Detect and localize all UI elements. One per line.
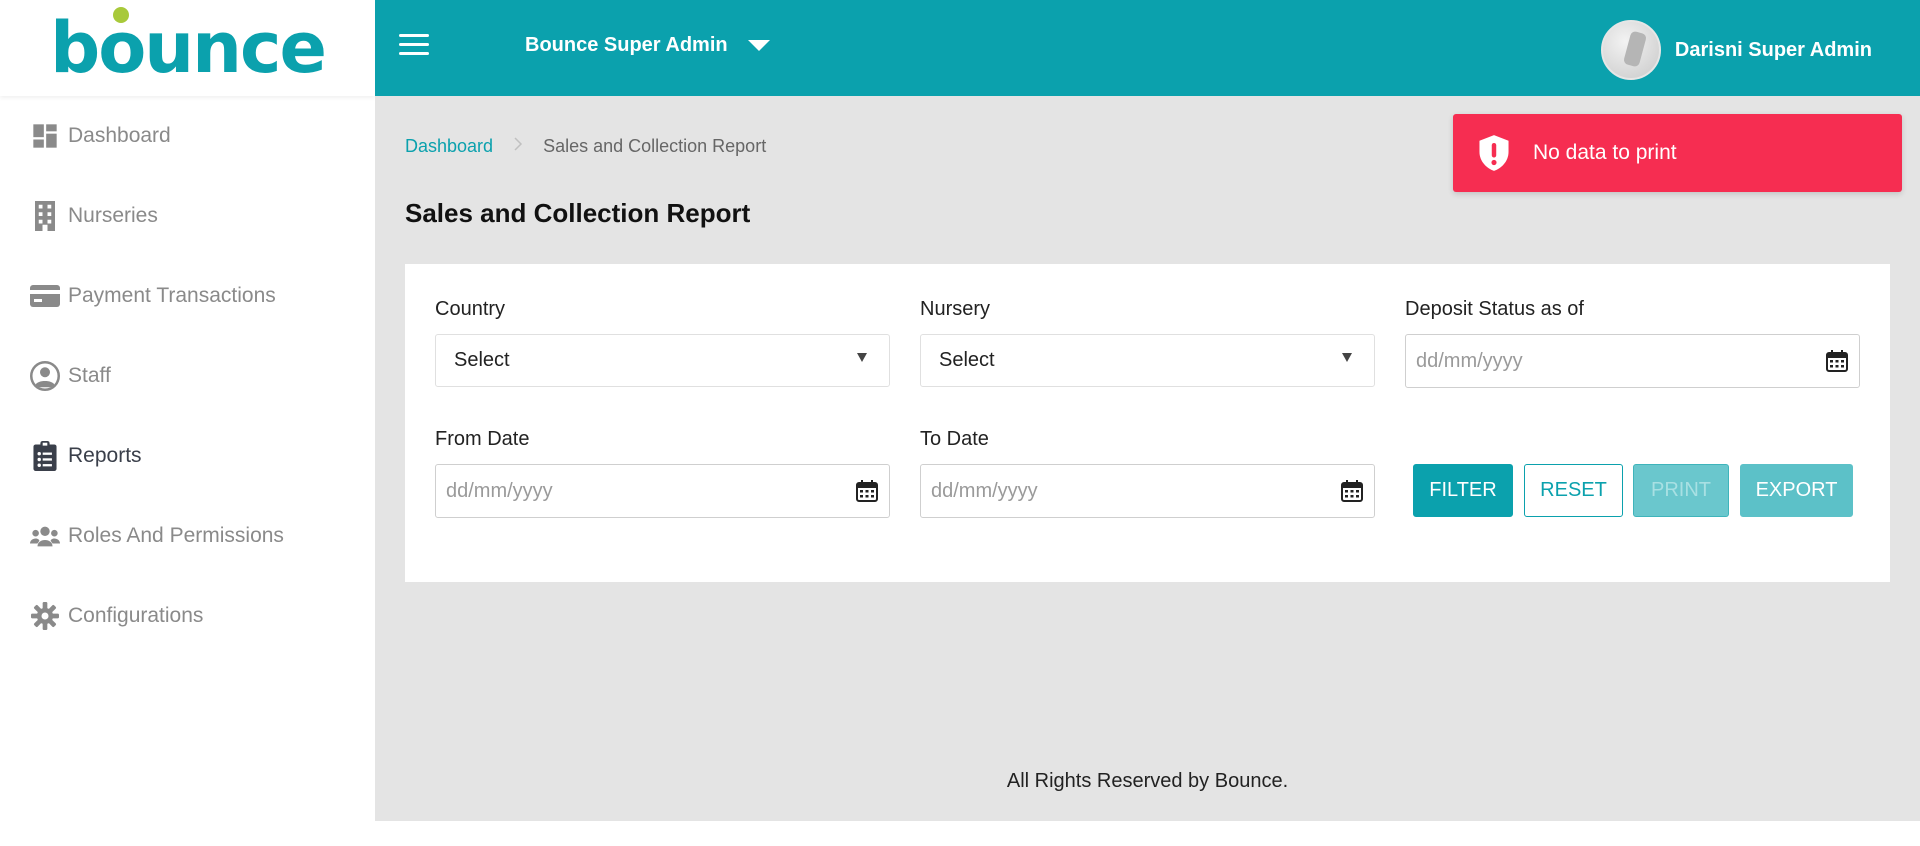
calendar-icon[interactable] [855, 479, 879, 503]
sidebar: b o unce Dashboard Nurseries Payment Trans… [0, 0, 375, 846]
sidebar-item-configurations[interactable]: Configurations [0, 576, 375, 656]
sidebar-item-roles-and-permissions[interactable]: Roles And Permissions [0, 496, 375, 576]
nursery-label: Nursery [920, 298, 991, 320]
footer-copyright: All Rights Reserved by Bounce. [1006, 770, 1289, 792]
breadcrumb-separator-icon [513, 136, 523, 157]
sidebar-item-label: Nurseries [68, 204, 158, 227]
filter-button[interactable]: FILTER [1413, 464, 1513, 517]
logo-dot [113, 7, 130, 23]
deposit-status-date-field [1405, 334, 1860, 388]
deposit-status-label: Deposit Status as of [1405, 298, 1584, 320]
sidebar-item-label: Payment Transactions [68, 284, 276, 307]
country-select[interactable]: Select [435, 334, 890, 387]
country-label: Country [435, 298, 506, 320]
print-button[interactable]: PRINT [1633, 464, 1729, 517]
caret-down-icon [747, 40, 770, 51]
from-date-label: From Date [435, 428, 530, 450]
dropdown-arrow-icon [1342, 353, 1352, 362]
to-date-label: To Date [920, 428, 989, 450]
sidebar-item-staff[interactable]: Staff [0, 336, 375, 416]
reset-button[interactable]: RESET [1524, 464, 1623, 517]
nursery-select[interactable]: Select [920, 334, 1375, 387]
sidebar-item-label: Staff [68, 364, 111, 387]
sidebar-item-nurseries[interactable]: Nurseries [0, 176, 375, 256]
main-content: Dashboard Sales and Collection Report Sa… [375, 96, 1920, 821]
role-label: Bounce Super Admin [525, 34, 728, 56]
sidebar-item-label: Reports [68, 444, 142, 467]
building-icon [30, 201, 60, 231]
calendar-icon[interactable] [1340, 479, 1364, 503]
export-button[interactable]: EXPORT [1740, 464, 1853, 517]
nursery-select-value: Select [939, 349, 995, 371]
to-date-input[interactable] [921, 465, 1374, 517]
page-title: Sales and Collection Report [405, 198, 751, 228]
credit-card-icon [30, 281, 60, 311]
filter-card: Country Select Nursery Select Deposit St… [405, 264, 1890, 582]
from-date-input[interactable] [436, 465, 889, 517]
user-name: Darisni Super Admin [1674, 38, 1872, 61]
top-header: Bounce Super Admin Darisni Super Admin [375, 0, 1920, 96]
sidebar-item-reports[interactable]: Reports [0, 416, 375, 496]
from-date-field [435, 464, 890, 518]
users-icon [30, 521, 60, 551]
breadcrumb-dashboard-link[interactable]: Dashboard [405, 136, 493, 157]
shield-alert-icon [1479, 135, 1509, 171]
calendar-icon[interactable] [1825, 349, 1849, 373]
dashboard-icon [30, 121, 60, 151]
error-toast[interactable]: No data to print [1453, 114, 1902, 192]
brand-logo[interactable]: b o unce [0, 0, 375, 96]
clipboard-list-icon [30, 441, 60, 471]
breadcrumb-current: Sales and Collection Report [543, 136, 767, 156]
country-select-value: Select [454, 349, 510, 371]
avatar [1600, 20, 1661, 80]
sidebar-item-label: Roles And Permissions [68, 524, 284, 547]
deposit-status-date-input[interactable] [1406, 335, 1859, 387]
dropdown-arrow-icon [857, 353, 867, 362]
sidebar-item-dashboard[interactable]: Dashboard [0, 96, 375, 176]
sidebar-nav: Dashboard Nurseries Payment Transactions… [0, 96, 375, 656]
user-menu[interactable]: Darisni Super Admin [1600, 20, 1872, 80]
gear-icon [30, 601, 60, 631]
hamburger-menu-icon[interactable] [399, 34, 429, 60]
breadcrumb: Dashboard Sales and Collection Report [405, 136, 766, 157]
to-date-field [920, 464, 1375, 518]
sidebar-item-label: Dashboard [68, 124, 171, 147]
role-switcher-dropdown[interactable]: Bounce Super Admin [525, 34, 770, 57]
sidebar-item-label: Configurations [68, 604, 204, 627]
toast-message: No data to print [1533, 141, 1677, 164]
logo-wordmark: b o unce [50, 7, 327, 89]
user-circle-icon [30, 361, 60, 391]
bottom-strip [375, 821, 1920, 846]
sidebar-item-payment-transactions[interactable]: Payment Transactions [0, 256, 375, 336]
